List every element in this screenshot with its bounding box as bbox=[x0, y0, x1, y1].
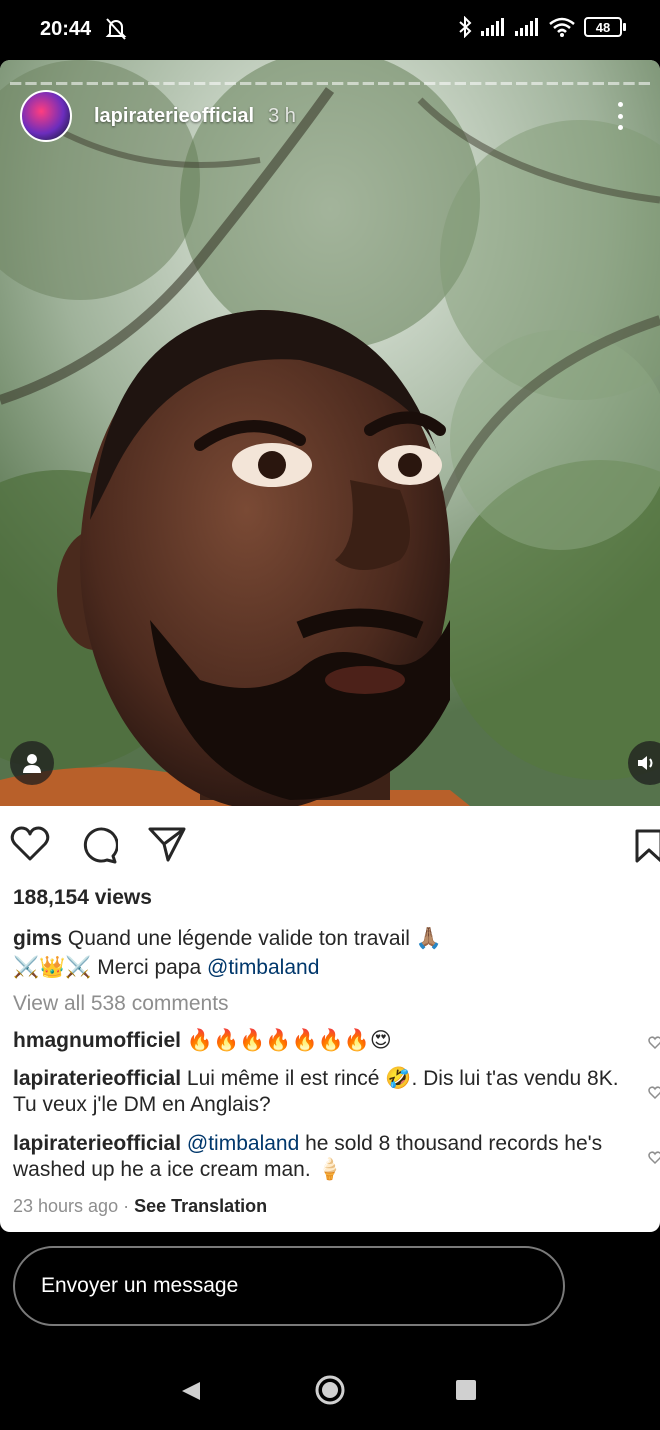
recent-apps-icon[interactable] bbox=[456, 1380, 476, 1400]
story-progress-segment bbox=[408, 82, 420, 85]
caption: gims Quand une légende valide ton travai… bbox=[13, 924, 633, 982]
story-progress-segment bbox=[71, 82, 83, 85]
tagged-people-button[interactable] bbox=[10, 741, 54, 785]
comment-icon[interactable] bbox=[80, 826, 118, 864]
muted-bell-icon bbox=[105, 18, 127, 40]
views-count: 188,154 views bbox=[13, 886, 152, 909]
story-progress-segment bbox=[102, 82, 114, 85]
avatar[interactable] bbox=[20, 90, 72, 142]
story-progress-segment bbox=[286, 82, 298, 85]
speaker-icon bbox=[638, 756, 653, 770]
caption-text-2: ⚔️👑⚔️ Merci papa bbox=[13, 956, 207, 979]
bookmark-icon[interactable] bbox=[634, 828, 660, 864]
story-time: 3 h bbox=[268, 104, 296, 127]
story-progress-segment bbox=[500, 82, 512, 85]
caption-author[interactable]: gims bbox=[13, 927, 62, 950]
battery-level: 48 bbox=[595, 19, 611, 35]
story-progress bbox=[10, 72, 650, 85]
story-progress-segment bbox=[40, 82, 52, 85]
post-panel: 188,154 views gims Quand une légende val… bbox=[0, 806, 660, 1232]
view-all-comments-link[interactable]: View all 538 comments bbox=[13, 992, 229, 1016]
wifi-icon bbox=[549, 17, 575, 37]
meta-separator: · bbox=[123, 1196, 130, 1216]
story-progress-segment bbox=[194, 82, 206, 85]
comment-author[interactable]: lapiraterieofficial bbox=[13, 1067, 181, 1090]
comment-like-icon[interactable] bbox=[648, 1151, 660, 1165]
send-icon[interactable] bbox=[148, 826, 186, 862]
bluetooth-icon bbox=[459, 16, 472, 38]
story-progress-segment bbox=[10, 82, 22, 85]
signal-icon bbox=[481, 18, 504, 36]
story-header: lapiraterieofficial 3 h bbox=[20, 90, 296, 142]
story-progress-segment bbox=[378, 82, 390, 85]
comment-like-icon[interactable] bbox=[648, 1086, 660, 1100]
story-progress-segment bbox=[393, 82, 405, 85]
comment-author[interactable]: hmagnumofficiel bbox=[13, 1029, 181, 1052]
back-icon[interactable] bbox=[180, 1380, 202, 1402]
post-timestamp: 23 hours ago bbox=[13, 1196, 119, 1216]
status-icons: 48 bbox=[458, 16, 626, 38]
story-username[interactable]: lapiraterieofficial bbox=[94, 105, 254, 128]
story-progress-segment bbox=[332, 82, 344, 85]
battery-icon: 48 bbox=[584, 17, 626, 37]
story-progress-segment bbox=[623, 82, 635, 85]
status-time: 20:44 bbox=[40, 18, 92, 40]
comment-item: lapiraterieofficial Lui même il est rinc… bbox=[13, 1066, 623, 1118]
story-progress-segment bbox=[546, 82, 558, 85]
system-nav-bar bbox=[0, 1348, 660, 1430]
story-progress-segment bbox=[132, 82, 144, 85]
story-progress-segment bbox=[25, 82, 37, 85]
story-progress-segment bbox=[163, 82, 175, 85]
story-progress-segment bbox=[439, 82, 451, 85]
story-progress-segment bbox=[470, 82, 482, 85]
story-progress-segment bbox=[362, 82, 374, 85]
story-progress-segment bbox=[454, 82, 466, 85]
story-progress-segment bbox=[485, 82, 497, 85]
person-icon bbox=[23, 754, 41, 773]
story-progress-segment bbox=[270, 82, 282, 85]
comment-author[interactable]: lapiraterieofficial bbox=[13, 1132, 181, 1155]
comment-text: 🔥🔥🔥🔥🔥🔥🔥😍 bbox=[186, 1029, 392, 1052]
story-progress-segment bbox=[562, 82, 574, 85]
message-input[interactable]: Envoyer un message bbox=[13, 1246, 565, 1326]
story-progress-segment bbox=[178, 82, 190, 85]
story-progress-segment bbox=[86, 82, 98, 85]
story-progress-segment bbox=[224, 82, 236, 85]
story-progress-segment bbox=[117, 82, 129, 85]
comment-item: lapiraterieofficial @timbaland he sold 8… bbox=[13, 1131, 623, 1183]
post-actions bbox=[10, 826, 186, 864]
story-video[interactable]: lapiraterieofficial 3 h bbox=[0, 60, 660, 806]
comment-item: hmagnumofficiel 🔥🔥🔥🔥🔥🔥🔥😍 bbox=[13, 1028, 623, 1054]
story-progress-segment bbox=[531, 82, 543, 85]
post-meta: 23 hours ago · See Translation bbox=[13, 1196, 267, 1217]
story-progress-segment bbox=[255, 82, 267, 85]
story-progress-segment bbox=[316, 82, 328, 85]
story-progress-segment bbox=[516, 82, 528, 85]
story-progress-segment bbox=[638, 82, 650, 85]
story-progress-segment bbox=[577, 82, 589, 85]
story-progress-segment bbox=[608, 82, 620, 85]
story-progress-segment bbox=[592, 82, 604, 85]
story-progress-segment bbox=[347, 82, 359, 85]
caption-text: Quand une légende valide ton travail 🙏🏽 bbox=[67, 927, 442, 950]
video-frame bbox=[0, 60, 660, 806]
story-progress-segment bbox=[240, 82, 252, 85]
status-bar: 20:44 48 bbox=[0, 0, 660, 60]
story-progress-segment bbox=[56, 82, 68, 85]
comment-mention[interactable]: @timbaland bbox=[187, 1132, 299, 1155]
story-progress-segment bbox=[209, 82, 221, 85]
more-options-icon[interactable] bbox=[618, 102, 624, 130]
home-icon[interactable] bbox=[314, 1374, 346, 1406]
story-progress-segments bbox=[10, 82, 650, 85]
story-progress-segment bbox=[424, 82, 436, 85]
caption-mention[interactable]: @timbaland bbox=[207, 956, 319, 979]
message-placeholder: Envoyer un message bbox=[41, 1274, 239, 1297]
story-progress-segment bbox=[301, 82, 313, 85]
story-progress-segment bbox=[148, 82, 160, 85]
signal-icon-2 bbox=[515, 18, 538, 36]
comment-like-icon[interactable] bbox=[648, 1036, 660, 1050]
see-translation-link[interactable]: See Translation bbox=[134, 1196, 267, 1216]
heart-icon[interactable] bbox=[10, 826, 50, 862]
